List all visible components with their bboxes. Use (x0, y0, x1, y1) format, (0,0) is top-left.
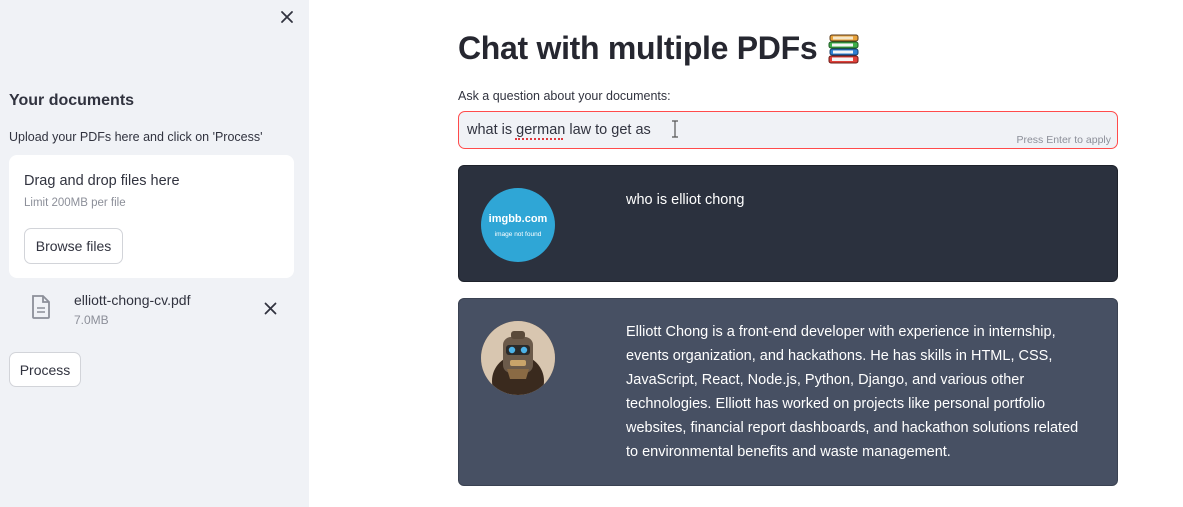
upload-caption: Upload your PDFs here and click on 'Proc… (9, 130, 263, 144)
main-content: Chat with multiple PDFs Ask a question a… (309, 0, 1183, 507)
bot-message-text: Elliott Chong is a front-end developer w… (626, 324, 1079, 460)
question-label: Ask a question about your documents: (458, 89, 671, 103)
remove-file-icon[interactable] (260, 298, 280, 318)
text-cursor-icon (671, 120, 679, 138)
enter-hint: Press Enter to apply (1016, 134, 1111, 146)
robot-avatar (481, 321, 555, 395)
books-emoji-icon (827, 32, 861, 66)
spellcheck-underline (515, 137, 563, 140)
file-name: elliott-chong-cv.pdf (74, 292, 191, 308)
sidebar: Your documents Upload your PDFs here and… (0, 0, 309, 507)
file-size: 7.0MB (74, 313, 109, 327)
browse-files-button[interactable]: Browse files (24, 228, 123, 264)
dropzone-limit: Limit 200MB per file (24, 197, 126, 209)
user-message: imgbb.com image not found who is elliot … (458, 165, 1118, 282)
file-dropzone[interactable]: Drag and drop files here Limit 200MB per… (9, 155, 294, 278)
close-sidebar-icon[interactable] (276, 6, 298, 28)
question-input-box[interactable]: Press Enter to apply (458, 111, 1118, 149)
uploaded-file-item: elliott-chong-cv.pdf 7.0MB (9, 290, 294, 332)
sidebar-title: Your documents (9, 92, 135, 109)
bot-message: Elliott Chong is a front-end developer w… (458, 298, 1118, 486)
avatar-line-1: imgbb.com (488, 212, 548, 225)
file-icon (31, 295, 51, 319)
question-input[interactable] (467, 112, 1007, 148)
avatar-line-2: image not found (494, 230, 542, 238)
dropzone-title: Drag and drop files here (24, 173, 180, 189)
page-title: Chat with multiple PDFs (458, 30, 861, 67)
process-button[interactable]: Process (9, 352, 81, 387)
user-message-text: who is elliot chong (626, 192, 745, 208)
page-title-text: Chat with multiple PDFs (458, 30, 818, 66)
user-avatar: imgbb.com image not found (481, 188, 555, 262)
